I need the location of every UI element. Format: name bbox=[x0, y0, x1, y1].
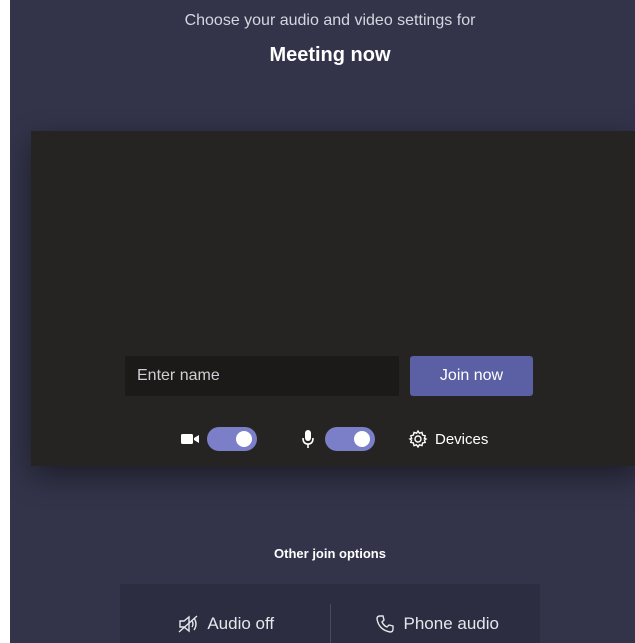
phone-audio-label: Phone audio bbox=[403, 614, 499, 633]
other-join-options: Audio off Phone audio bbox=[120, 584, 540, 643]
video-camera-icon bbox=[177, 427, 203, 451]
camera-toggle-knob bbox=[236, 431, 252, 447]
other-join-options-label: Other join options bbox=[274, 546, 386, 561]
meeting-title: Meeting now bbox=[269, 44, 391, 66]
audio-off-option[interactable]: Audio off bbox=[120, 584, 330, 643]
microphone-toggle-knob bbox=[354, 431, 370, 447]
microphone-icon bbox=[295, 427, 321, 451]
media-controls: Devices bbox=[177, 424, 488, 454]
phone-audio-option[interactable]: Phone audio bbox=[331, 584, 541, 643]
devices-button[interactable]: Devices bbox=[405, 427, 488, 451]
join-meeting-screen: Choose your audio and video settings for… bbox=[10, 0, 635, 643]
name-input[interactable] bbox=[125, 356, 399, 396]
audio-off-label: Audio off bbox=[207, 614, 275, 633]
video-preview: Join now bbox=[31, 131, 635, 466]
join-now-button[interactable]: Join now bbox=[410, 356, 533, 396]
microphone-toggle[interactable] bbox=[325, 427, 375, 451]
devices-label: Devices bbox=[435, 430, 489, 448]
camera-toggle[interactable] bbox=[207, 427, 257, 451]
speaker-off-icon bbox=[175, 612, 201, 636]
phone-icon bbox=[372, 612, 398, 636]
gear-icon bbox=[405, 427, 431, 451]
settings-subtitle: Choose your audio and video settings for bbox=[184, 12, 476, 29]
